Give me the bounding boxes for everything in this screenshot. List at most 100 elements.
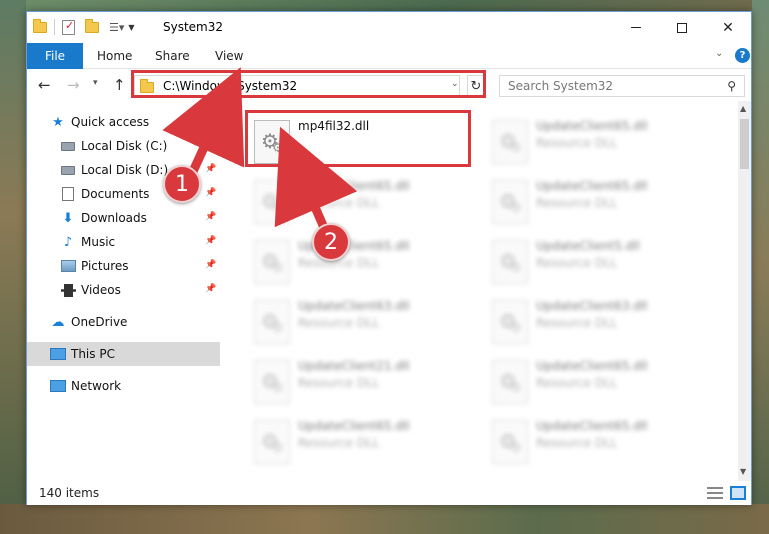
sidebar-item-quick-access[interactable]: ★ Quick access (27, 110, 220, 134)
pin-icon[interactable]: 📌 (205, 284, 216, 294)
quick-access-toolbar: ☰▾ ▼ (33, 18, 135, 35)
file-item[interactable]: UpdateClient65.dll Resource DLL (486, 354, 716, 410)
close-button[interactable]: ✕ (705, 12, 751, 43)
file-item[interactable]: UpdateClient65.dll Resource DLL (486, 174, 716, 230)
maximize-icon (677, 22, 687, 33)
dll-file-icon (254, 120, 290, 164)
file-item[interactable]: UpdateClient65.dll Resource DLL (486, 414, 716, 470)
tab-home[interactable]: Home (97, 49, 132, 63)
dll-file-icon (254, 360, 290, 404)
refresh-icon: ↻ (470, 78, 482, 94)
dll-file-icon (492, 240, 528, 284)
chevron-down-icon[interactable]: ▼ (128, 23, 134, 32)
file-item[interactable]: UpdateClient65.dll Resource DLL (486, 114, 716, 170)
large-icons-view-icon[interactable] (730, 486, 746, 500)
sidebar-item-label: Network (71, 379, 122, 393)
dll-file-icon (492, 300, 528, 344)
details-view-icon[interactable] (707, 487, 723, 499)
vertical-scrollbar[interactable]: ▲ ▼ (738, 101, 751, 481)
navigation-bar: ← → ▾ ↑ C:\Windows\System32 ⌄ ↻ Search S… (27, 69, 751, 101)
pin-icon[interactable]: 📌 (205, 236, 216, 246)
pin-icon[interactable]: 📌 (205, 140, 216, 150)
sidebar-item-label: Local Disk (D:) (81, 163, 169, 177)
address-path[interactable]: C:\Windows\System32 (163, 79, 297, 93)
file-item[interactable]: UpdateClient63.dll Resource DLL (486, 294, 716, 350)
address-dropdown-icon[interactable]: ⌄ (451, 79, 459, 89)
file-type: Resource DLL (536, 376, 618, 390)
file-name: UpdateClient21.dll (298, 359, 410, 373)
file-type: Resource DLL (298, 196, 380, 210)
computer-icon (50, 346, 66, 362)
minimize-button[interactable] (613, 12, 659, 43)
sidebar-item-pictures[interactable]: Pictures 📌 (27, 254, 220, 278)
item-count: 140 items (39, 486, 100, 500)
sidebar-item-downloads[interactable]: ⬇ Downloads 📌 (27, 206, 220, 230)
music-icon: ♪ (63, 234, 73, 250)
dll-file-icon (254, 300, 290, 344)
sidebar-item-music[interactable]: ♪ Music 📌 (27, 230, 220, 254)
file-list: mp4fil32.dll UpdateClient65.dll Resource… (220, 101, 738, 481)
search-input[interactable]: Search System32 (508, 79, 727, 93)
file-item[interactable]: UpdateClient65.dll Resource DLL (248, 174, 478, 230)
sidebar-item-label: OneDrive (71, 315, 128, 329)
sidebar-item-network[interactable]: Network (27, 374, 220, 398)
drive-icon (60, 138, 76, 154)
dll-file-icon (254, 180, 290, 224)
navigation-pane: ★ Quick access Local Disk (C:) 📌 Local D… (27, 101, 220, 481)
sidebar-item-local-disk-c[interactable]: Local Disk (C:) 📌 (27, 134, 220, 158)
file-item[interactable]: UpdateClient21.dll Resource DLL (248, 354, 478, 410)
file-name: UpdateClient63.dll (298, 299, 410, 313)
address-bar[interactable]: C:\Windows\System32 ⌄ (134, 75, 460, 97)
cloud-icon: ☁ (51, 314, 65, 330)
sidebar-item-this-pc[interactable]: This PC (27, 342, 220, 366)
download-icon: ⬇ (62, 210, 74, 226)
forward-arrow-icon[interactable]: → (67, 76, 80, 94)
dll-file-icon (254, 420, 290, 464)
desktop-background-right (752, 0, 769, 534)
file-item[interactable]: UpdateClient63.dll Resource DLL (248, 294, 478, 350)
tab-file[interactable]: File (27, 43, 83, 69)
expand-ribbon-icon[interactable]: ⌄ (715, 48, 723, 59)
dll-file-icon (492, 360, 528, 404)
scroll-down-icon[interactable]: ▼ (740, 467, 746, 476)
properties-icon[interactable] (62, 19, 75, 35)
document-icon (60, 186, 76, 202)
sidebar-item-onedrive[interactable]: ☁ OneDrive (27, 310, 220, 334)
file-item[interactable]: UpdateClient5.dll Resource DLL (486, 234, 716, 290)
file-item[interactable]: UpdateClient65.dll Resource DLL (248, 414, 478, 470)
back-arrow-icon[interactable]: ← (38, 76, 51, 94)
pin-icon[interactable]: 📌 (205, 212, 216, 222)
dll-file-icon (492, 120, 528, 164)
sidebar-item-label: Music (81, 235, 116, 249)
maximize-button[interactable] (659, 12, 705, 43)
pictures-icon (60, 258, 76, 274)
pin-icon[interactable]: 📌 (205, 260, 216, 270)
recent-locations-chevron-icon[interactable]: ▾ (93, 78, 98, 88)
help-icon[interactable]: ? (735, 48, 750, 63)
network-icon (50, 378, 66, 394)
up-arrow-icon[interactable]: ↑ (113, 76, 126, 94)
file-name: mp4fil32.dll (298, 119, 370, 133)
sidebar-item-label: Downloads (81, 211, 147, 225)
tab-share[interactable]: Share (155, 49, 190, 63)
tab-view[interactable]: View (215, 49, 243, 63)
refresh-button[interactable]: ↻ (467, 75, 485, 97)
file-name: UpdateClient5.dll (536, 239, 640, 253)
customize-toolbar-icon[interactable]: ☰▾ (109, 21, 124, 34)
file-name: UpdateClient65.dll (536, 179, 648, 193)
file-item-mp4fil32[interactable]: mp4fil32.dll (248, 114, 478, 170)
sidebar-item-videos[interactable]: Videos 📌 (27, 278, 220, 302)
file-name: UpdateClient65.dll (536, 419, 648, 433)
file-type: Resource DLL (298, 436, 380, 450)
file-item[interactable]: UpdateClient65.dll Resource DLL (248, 234, 478, 290)
step-2-badge: 2 (312, 223, 350, 261)
search-box[interactable]: Search System32 ⚲ (499, 75, 745, 97)
scroll-up-icon[interactable]: ▲ (740, 104, 746, 113)
sidebar-item-label: Documents (81, 187, 150, 201)
pin-icon[interactable]: 📌 (205, 188, 216, 198)
new-folder-icon[interactable] (85, 18, 99, 33)
ribbon: File Home Share View ⌄ ? (27, 43, 751, 69)
file-type: Resource DLL (536, 136, 618, 150)
scrollbar-thumb[interactable] (740, 119, 749, 169)
pin-icon[interactable]: 📌 (205, 164, 216, 174)
